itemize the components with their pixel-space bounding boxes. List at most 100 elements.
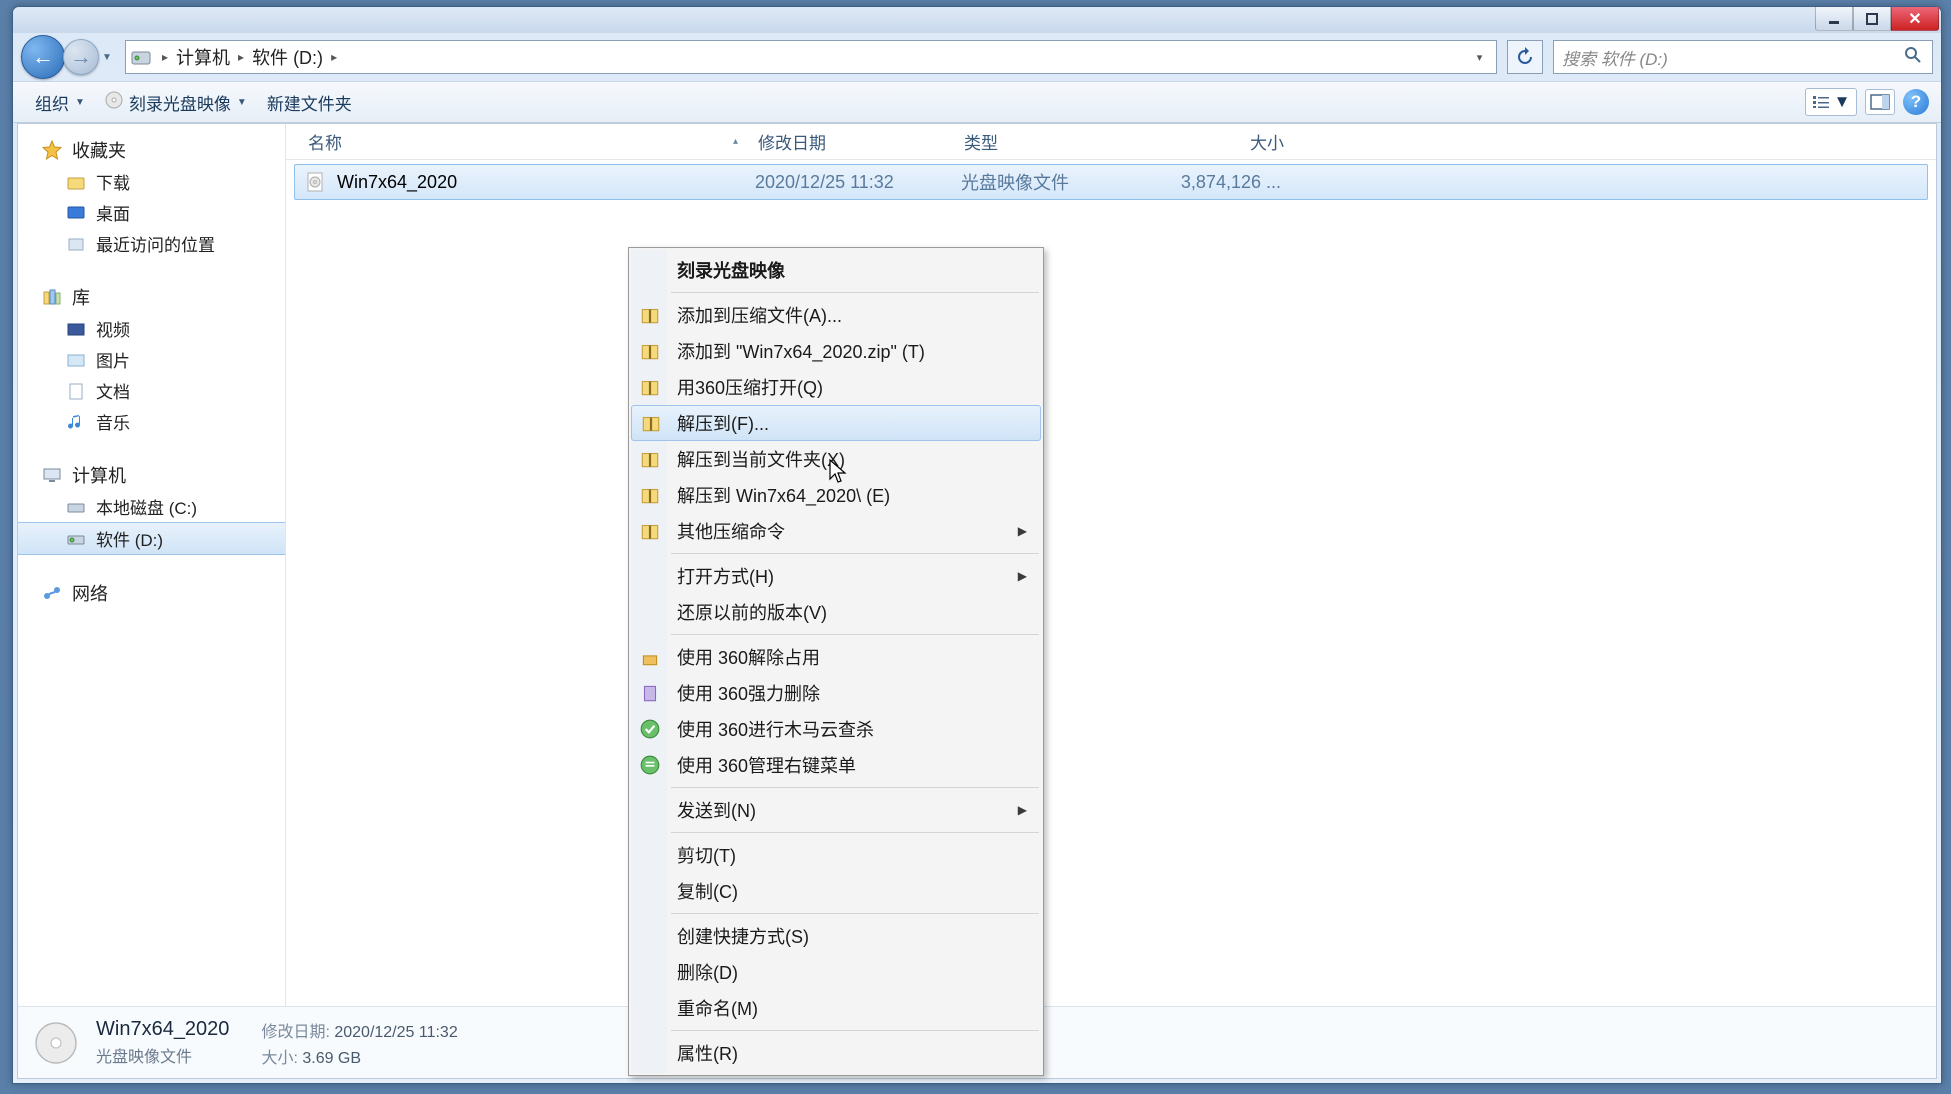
chevron-down-icon: ▼ (75, 97, 85, 108)
shred-icon (639, 682, 661, 704)
help-button[interactable]: ? (1903, 89, 1929, 115)
cm-burn-disc-image[interactable]: 刻录光盘映像 (631, 252, 1041, 288)
cm-delete[interactable]: 删除(D) (631, 954, 1041, 990)
cm-create-shortcut[interactable]: 创建快捷方式(S) (631, 918, 1041, 954)
cm-other-zip-commands[interactable]: 其他压缩命令▶ (631, 513, 1041, 549)
search-input[interactable]: 搜索 软件 (D:) (1553, 40, 1933, 74)
sidebar-item-music[interactable]: 音乐 (18, 406, 285, 437)
sort-ascending-icon: ▴ (733, 136, 738, 147)
breadcrumb[interactable]: ▸ 计算机 ▸ 软件 (D:) ▸ (158, 44, 1466, 70)
cm-add-to-archive[interactable]: 添加到压缩文件(A)... (631, 297, 1041, 333)
sidebar-favorites-head[interactable]: 收藏夹 (18, 134, 285, 166)
cm-open-with[interactable]: 打开方式(H)▶ (631, 558, 1041, 594)
address-bar[interactable]: ▸ 计算机 ▸ 软件 (D:) ▸ ▾ (125, 40, 1497, 74)
chevron-down-icon: ▼ (237, 97, 247, 108)
sidebar-libraries-head[interactable]: 库 (18, 281, 285, 313)
archive-icon (639, 304, 661, 326)
search-placeholder: 搜索 软件 (D:) (1562, 45, 1668, 70)
titlebar: ✕ (13, 7, 1941, 33)
cm-send-to[interactable]: 发送到(N)▶ (631, 792, 1041, 828)
breadcrumb-current[interactable]: 软件 (D:) (252, 44, 323, 70)
video-icon (66, 319, 86, 339)
column-type[interactable]: 类型 (954, 129, 1154, 154)
sidebar-item-drive-c[interactable]: 本地磁盘 (C:) (18, 491, 285, 522)
cm-add-to-zip[interactable]: 添加到 "Win7x64_2020.zip" (T) (631, 333, 1041, 369)
cm-360-unlock[interactable]: 使用 360解除占用 (631, 639, 1041, 675)
cm-properties[interactable]: 属性(R) (631, 1035, 1041, 1071)
sidebar-item-desktop[interactable]: 桌面 (18, 197, 285, 228)
nav-row: ← → ▼ ▸ 计算机 ▸ 软件 (D:) ▸ ▾ 搜索 软件 (D:) (13, 33, 1941, 81)
cm-360-force-delete[interactable]: 使用 360强力删除 (631, 675, 1041, 711)
cm-360-manage-context[interactable]: 使用 360管理右键菜单 (631, 747, 1041, 783)
close-button[interactable]: ✕ (1891, 7, 1939, 31)
hdd-icon (66, 529, 86, 549)
sidebar-item-recent[interactable]: 最近访问的位置 (18, 228, 285, 259)
column-size[interactable]: 大小 (1154, 129, 1294, 154)
chevron-right-icon: ▸ (158, 50, 172, 64)
shield-scan-icon (639, 718, 661, 740)
details-type: 光盘映像文件 (96, 1043, 229, 1067)
star-icon (42, 140, 62, 160)
cm-extract-to-folder[interactable]: 解压到 Win7x64_2020\ (E) (631, 477, 1041, 513)
explorer-window: ✕ ← → ▼ ▸ 计算机 ▸ 软件 (D:) ▸ ▾ 搜索 软件 (D (12, 6, 1942, 1084)
sidebar-item-downloads[interactable]: 下载 (18, 166, 285, 197)
sidebar-item-videos[interactable]: 视频 (18, 313, 285, 344)
archive-icon (639, 340, 661, 362)
nav-history-dropdown[interactable]: ▼ (99, 42, 115, 72)
details-size: 3.69 GB (302, 1050, 361, 1067)
menu-manage-icon (639, 754, 661, 776)
column-date[interactable]: 修改日期 (748, 129, 954, 154)
disc-icon (30, 1017, 82, 1069)
submenu-arrow-icon: ▶ (1018, 569, 1027, 583)
file-date: 2020/12/25 11:32 (745, 172, 951, 193)
address-dropdown[interactable]: ▾ (1466, 42, 1492, 72)
unlock-icon (639, 646, 661, 668)
column-name[interactable]: 名称▴ (298, 129, 748, 154)
refresh-button[interactable] (1507, 40, 1543, 74)
view-options-button[interactable]: ▼ (1805, 88, 1857, 116)
desktop-icon (66, 203, 86, 223)
details-date-label: 修改日期: (261, 1024, 329, 1041)
details-size-label: 大小: (261, 1050, 297, 1067)
sidebar-network-head[interactable]: 网络 (18, 577, 285, 609)
details-title: Win7x64_2020 (96, 1018, 229, 1041)
toolbar: 组织▼ 刻录光盘映像▼ 新建文件夹 ▼ ? (13, 81, 1941, 123)
file-type: 光盘映像文件 (951, 169, 1151, 195)
sidebar-item-documents[interactable]: 文档 (18, 375, 285, 406)
sidebar: 收藏夹 下载 桌面 最近访问的位置 库 视频 图片 文档 音乐 计算机 (18, 124, 286, 1078)
cm-cut[interactable]: 剪切(T) (631, 837, 1041, 873)
organize-button[interactable]: 组织▼ (25, 86, 95, 119)
file-size: 3,874,126 ... (1151, 172, 1291, 193)
libraries-icon (42, 287, 62, 307)
preview-pane-button[interactable] (1865, 89, 1895, 115)
drive-icon (130, 46, 152, 68)
archive-icon (639, 520, 661, 542)
chevron-right-icon: ▸ (327, 50, 341, 64)
submenu-arrow-icon: ▶ (1018, 803, 1027, 817)
maximize-button[interactable] (1853, 7, 1891, 31)
details-date: 2020/12/25 11:32 (334, 1024, 457, 1041)
cm-extract-here[interactable]: 解压到当前文件夹(X) (631, 441, 1041, 477)
back-button[interactable]: ← (21, 35, 65, 79)
minimize-button[interactable] (1815, 7, 1853, 31)
forward-button[interactable]: → (63, 39, 99, 75)
cm-restore-previous[interactable]: 还原以前的版本(V) (631, 594, 1041, 630)
cm-360-trojan-scan[interactable]: 使用 360进行木马云查杀 (631, 711, 1041, 747)
cm-rename[interactable]: 重命名(M) (631, 990, 1041, 1026)
sidebar-item-drive-d[interactable]: 软件 (D:) (18, 522, 285, 555)
file-row[interactable]: Win7x64_2020 2020/12/25 11:32 光盘映像文件 3,8… (294, 164, 1928, 200)
file-rows: Win7x64_2020 2020/12/25 11:32 光盘映像文件 3,8… (286, 160, 1936, 1078)
music-icon (66, 412, 86, 432)
context-menu: 刻录光盘映像 添加到压缩文件(A)... 添加到 "Win7x64_2020.z… (628, 247, 1044, 1076)
burn-image-button[interactable]: 刻录光盘映像▼ (95, 86, 257, 119)
cm-copy[interactable]: 复制(C) (631, 873, 1041, 909)
sidebar-item-pictures[interactable]: 图片 (18, 344, 285, 375)
file-list-area: 名称▴ 修改日期 类型 大小 Win7x64_2020 2020/12/25 1… (286, 124, 1936, 1078)
cm-extract-to[interactable]: 解压到(F)... (631, 405, 1041, 441)
sidebar-computer-head[interactable]: 计算机 (18, 459, 285, 491)
new-folder-button[interactable]: 新建文件夹 (257, 86, 362, 119)
cm-open-with-360zip[interactable]: 用360压缩打开(Q) (631, 369, 1041, 405)
recent-icon (66, 234, 86, 254)
chevron-down-icon: ▼ (1834, 92, 1851, 112)
breadcrumb-root[interactable]: 计算机 (176, 44, 230, 70)
